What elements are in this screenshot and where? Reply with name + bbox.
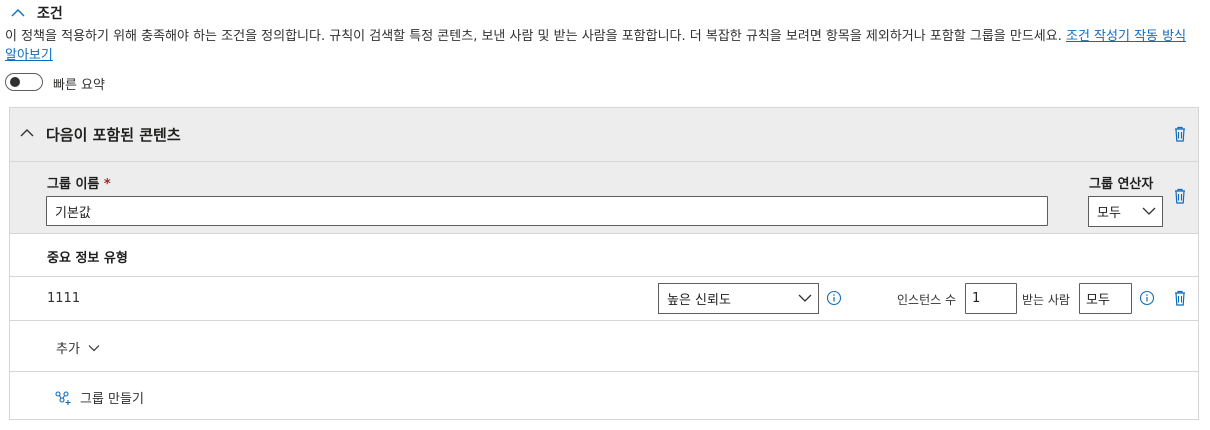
chevron-down-icon [1142,206,1156,216]
recipient-info-icon[interactable] [1139,290,1155,306]
recipient-input[interactable] [1079,283,1132,314]
description-text: 이 정책을 적용하기 위해 충족해야 하는 조건을 정의합니다. 규칙이 검색할… [5,29,1062,44]
instance-count-input[interactable] [965,283,1017,314]
section-title: 조건 [37,6,63,22]
delete-group-icon[interactable] [1172,187,1188,205]
divider [10,276,1198,277]
chevron-down-icon [88,344,100,352]
confidence-info-icon[interactable] [826,290,842,306]
confidence-value: 높은 신뢰도 [667,293,731,308]
group-operator-value: 모두 [1097,206,1121,221]
group-name-input[interactable] [46,196,1048,226]
delete-card-icon[interactable] [1172,125,1188,143]
create-group-label: 그룹 만들기 [80,392,144,407]
group-name-label: 그룹 이름 * [47,173,111,192]
group-operator-label: 그룹 연산자 [1089,177,1154,192]
sensitive-info-header: 중요 정보 유형 [47,251,128,266]
group-icon [54,390,72,406]
toggle-knob [10,77,20,87]
collapse-conditions-icon[interactable] [10,6,26,20]
divider [10,371,1198,372]
create-group-button[interactable]: 그룹 만들기 [54,388,144,407]
group-operator-select[interactable]: 모두 [1088,196,1163,227]
confidence-select[interactable]: 높은 신뢰도 [658,283,819,314]
section-description: 이 정책을 적용하기 위해 충족해야 하는 조건을 정의합니다. 규칙이 검색할… [5,27,1200,65]
chevron-down-icon [798,293,812,303]
delete-row-icon[interactable] [1172,289,1188,307]
quick-summary-toggle[interactable] [5,73,43,91]
instance-count-label: 인스턴스 수 [897,293,957,307]
recipient-label: 받는 사람 [1022,293,1070,307]
content-card-header [10,108,1198,162]
group-name-label-text: 그룹 이름 [47,177,100,192]
add-label: 추가 [56,342,80,357]
add-dropdown-button[interactable]: 추가 [56,338,100,357]
quick-summary-label: 빠른 요약 [53,78,105,93]
card-title: 다음이 포함된 콘텐츠 [46,126,181,144]
divider [10,320,1198,321]
collapse-card-icon[interactable] [19,126,35,140]
required-asterisk: * [103,177,111,192]
sensitive-info-name: 1111 [47,291,81,306]
